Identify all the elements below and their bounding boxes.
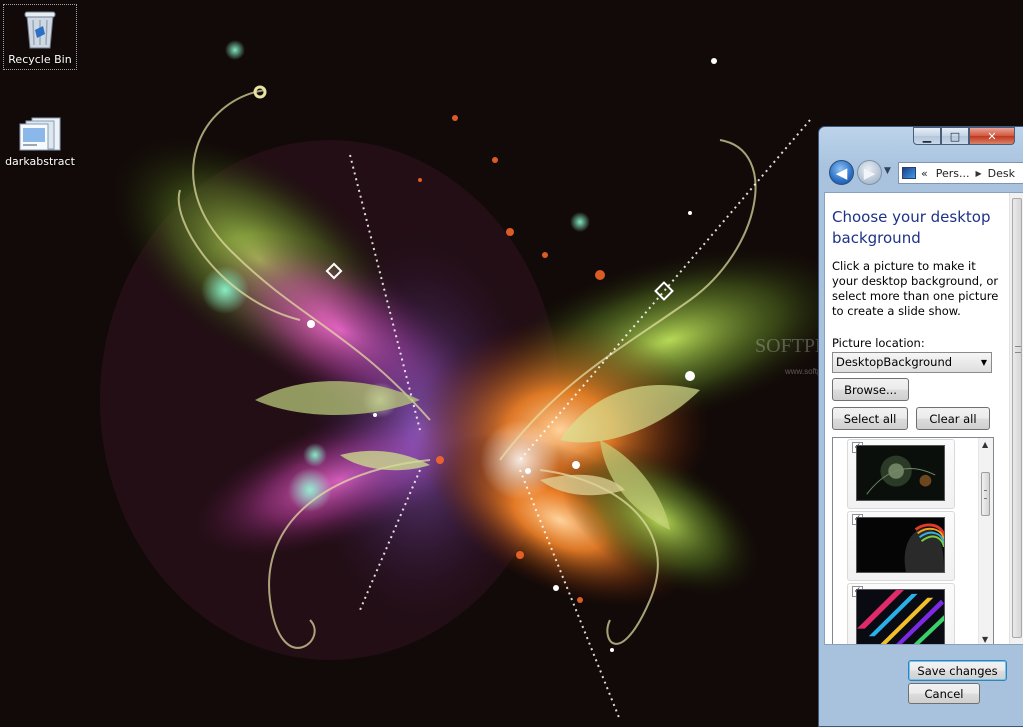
scroll-up-icon[interactable]: ▲ (982, 440, 988, 449)
darkabstract-desktop-icon[interactable]: darkabstract (3, 116, 77, 168)
content-scrollbar[interactable] (1009, 193, 1023, 644)
darkabstract-label: darkabstract (5, 155, 75, 168)
content-pane: Choose your desktop background Click a p… (824, 192, 1023, 645)
breadcrumb-personalization[interactable]: Pers... (936, 167, 970, 180)
thumbnail-list-scroll-thumb[interactable] (981, 472, 990, 516)
content-body: Choose your desktop background Click a p… (832, 193, 1004, 644)
recycle-bin-label: Recycle Bin (8, 53, 72, 66)
close-button[interactable]: ✕ (969, 127, 1015, 145)
content-scroll-thumb[interactable] (1012, 198, 1022, 638)
minimize-button[interactable]: ▁ (913, 127, 941, 145)
navigation-bar: ◀ ▶ ▼ « Pers... ▶ Desk (827, 158, 1023, 188)
minimize-icon: ▁ (922, 129, 932, 143)
scroll-grip-icon (1015, 346, 1021, 353)
maximize-button[interactable]: □ (941, 127, 969, 145)
thumbnail-list-scrollbar[interactable]: ▲ ▼ (978, 438, 993, 644)
selection-buttons: Select all Clear all (832, 407, 1004, 430)
wallpaper-preview-image (856, 589, 945, 644)
chevron-down-icon: ▼ (884, 166, 891, 176)
page-description: Click a picture to make it your desktop … (832, 259, 999, 318)
address-bar[interactable]: « Pers... ▶ Desk (898, 162, 1023, 184)
wallpaper-thumbnail[interactable]: ✓ (847, 439, 955, 509)
back-button[interactable]: ◀ (829, 160, 854, 185)
wallpaper-thumbnail[interactable]: ✓ (847, 583, 955, 644)
cancel-button[interactable]: Cancel (908, 683, 980, 704)
close-icon: ✕ (987, 129, 997, 143)
clear-all-button[interactable]: Clear all (916, 407, 990, 430)
forward-arrow-icon: ▶ (863, 163, 876, 182)
breadcrumb-desktop-background[interactable]: Desk (988, 167, 1015, 180)
save-changes-button[interactable]: Save changes (908, 660, 1007, 681)
wallpaper-thumbnail-list[interactable]: ✓ ✓ (832, 437, 994, 644)
breadcrumb-separator-icon: ▶ (975, 168, 982, 178)
back-arrow-icon: ◀ (835, 163, 848, 182)
breadcrumb-overflow[interactable]: « (921, 167, 928, 180)
forward-button[interactable]: ▶ (857, 160, 882, 185)
desktop-background-window: ▁ □ ✕ ◀ ▶ ▼ « Pers... ▶ Desk Choose your… (818, 126, 1023, 727)
caption-buttons: ▁ □ ✕ (913, 127, 1015, 147)
recycle-bin-desktop-icon[interactable]: Recycle Bin (3, 4, 77, 70)
recent-pages-button[interactable]: ▼ (884, 166, 891, 176)
select-all-button[interactable]: Select all (832, 407, 908, 430)
dropdown-arrow-icon: ▼ (980, 358, 987, 367)
recycle-bin-icon (24, 11, 56, 49)
control-panel-icon (902, 167, 916, 179)
picture-location-dropdown[interactable]: DesktopBackground ▼ (832, 352, 992, 373)
picture-location-label: Picture location: (832, 336, 925, 350)
picture-location-value: DesktopBackground (836, 355, 953, 369)
wallpaper-thumbnail[interactable]: ✓ (847, 511, 955, 581)
browse-button[interactable]: Browse... (832, 378, 909, 401)
wallpaper-preview-image (856, 445, 945, 501)
page-title: Choose your desktop background (832, 208, 991, 247)
wallpaper-preview-image (856, 517, 945, 573)
maximize-icon: □ (949, 129, 961, 143)
theme-file-icon (19, 117, 61, 151)
scroll-down-icon[interactable]: ▼ (982, 635, 988, 644)
